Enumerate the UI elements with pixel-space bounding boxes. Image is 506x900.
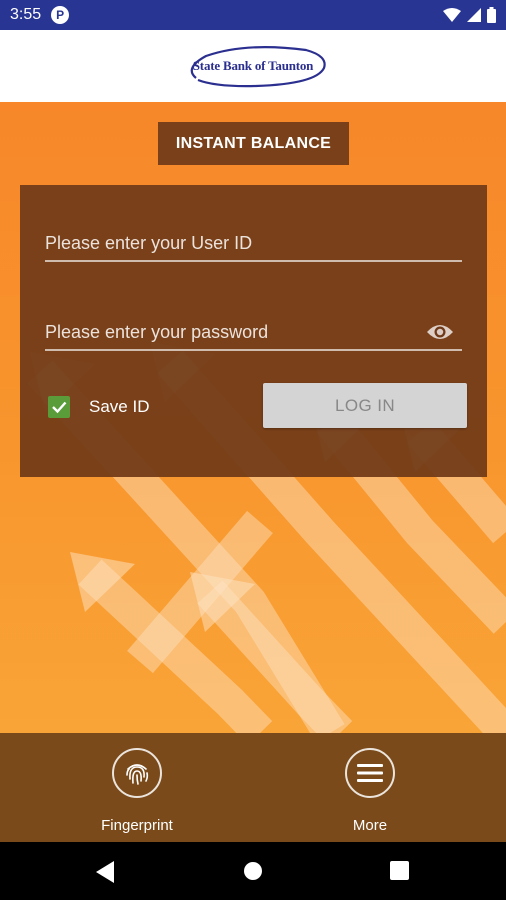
fingerprint-button[interactable]: Fingerprint (77, 748, 197, 834)
battery-icon (487, 7, 496, 23)
more-button[interactable]: More (310, 748, 430, 834)
status-icons (443, 7, 496, 23)
save-id-row[interactable]: Save ID (48, 396, 149, 418)
signal-icon (467, 8, 481, 22)
password-input[interactable] (45, 322, 462, 343)
system-nav-bar (0, 842, 506, 900)
user-id-input[interactable] (45, 233, 462, 254)
wifi-icon (443, 8, 461, 22)
status-bar: 3:55 P (0, 0, 506, 30)
bottom-bar: Fingerprint More (0, 733, 506, 842)
eye-icon[interactable] (426, 322, 454, 342)
menu-icon (357, 764, 383, 782)
checkmark-icon (52, 401, 67, 414)
home-icon[interactable] (243, 861, 263, 881)
fingerprint-circle (112, 748, 162, 798)
save-id-checkbox[interactable] (48, 396, 70, 418)
bank-logo: State Bank of Taunton (176, 44, 330, 88)
notification-app-icon: P (51, 6, 70, 24)
save-id-label: Save ID (89, 397, 150, 416)
fingerprint-label: Fingerprint (101, 817, 173, 834)
more-circle (345, 748, 395, 798)
back-icon[interactable] (96, 861, 116, 883)
app-header: State Bank of Taunton (0, 30, 506, 102)
main-content: INSTANT BALANCE Save ID LOG IN (0, 102, 506, 733)
user-id-field-container (45, 222, 462, 262)
login-button[interactable]: LOG IN (263, 383, 467, 428)
logo-text: State Bank of Taunton (192, 58, 314, 73)
login-card: Save ID LOG IN (20, 185, 487, 477)
more-label: More (352, 817, 388, 834)
fingerprint-icon (126, 764, 149, 785)
password-field-container (45, 311, 462, 351)
recents-icon[interactable] (390, 861, 409, 880)
status-time: 3:55 (10, 6, 42, 23)
instant-balance-button[interactable]: INSTANT BALANCE (158, 122, 349, 165)
